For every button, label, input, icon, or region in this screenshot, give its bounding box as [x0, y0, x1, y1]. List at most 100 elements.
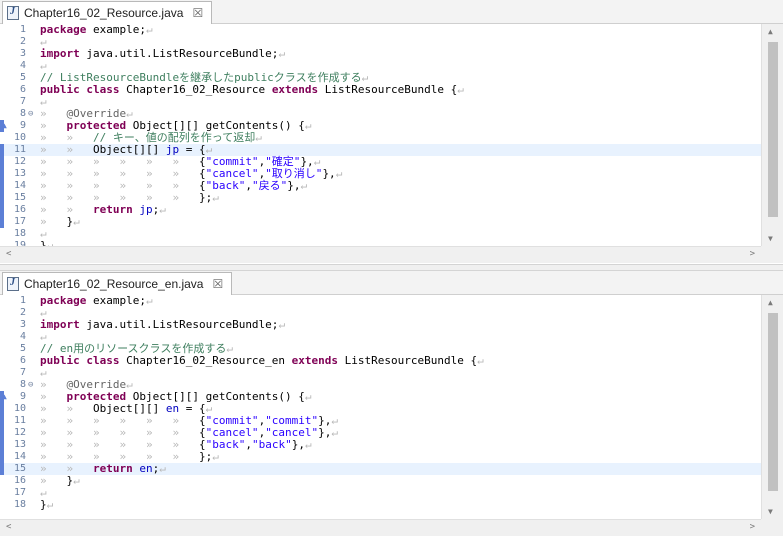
scroll-right-icon[interactable]: >: [750, 522, 755, 532]
change-marker: [0, 156, 4, 168]
code-text: }↵: [40, 498, 54, 511]
scroll-thumb[interactable]: [768, 42, 778, 217]
line-number: 12: [13, 427, 26, 438]
line-number: 13: [13, 439, 26, 450]
line-number: 15: [13, 463, 26, 474]
scroll-down-icon[interactable]: ▼: [768, 507, 773, 516]
line-number: 6: [19, 84, 26, 95]
code-line[interactable]: 17 ↵: [0, 487, 761, 499]
pane-divider[interactable]: [0, 264, 783, 271]
line-number: 8: [19, 108, 26, 119]
code-line[interactable]: 17» }↵: [0, 216, 761, 228]
line-number: 6: [19, 355, 26, 366]
scroll-up-icon[interactable]: ▲: [768, 27, 773, 36]
scroll-up-icon[interactable]: ▲: [768, 298, 773, 307]
line-number: 3: [19, 319, 26, 330]
change-marker: [0, 451, 4, 463]
code-line[interactable]: 15» » return en;↵: [0, 463, 761, 475]
code-editor[interactable]: 1 package example;↵ 2 ↵ 3 import java.util.Li…: [0, 295, 761, 519]
line-number: 12: [13, 156, 26, 167]
change-marker: [0, 415, 4, 427]
code-text: import java.util.ListResourceBundle;↵: [40, 47, 286, 60]
scroll-left-icon[interactable]: <: [6, 249, 11, 259]
change-marker: [0, 180, 4, 192]
line-number: 9: [19, 120, 26, 131]
close-icon[interactable]: ☒: [192, 6, 203, 20]
scroll-left-icon[interactable]: <: [6, 522, 11, 532]
fold-collapse-icon[interactable]: ⊖: [28, 379, 33, 391]
code-line[interactable]: 16» }↵: [0, 475, 761, 487]
code-text: import java.util.ListResourceBundle;↵: [40, 318, 286, 331]
line-number: 7: [19, 367, 26, 378]
scroll-right-icon[interactable]: >: [750, 249, 755, 259]
line-number: 18: [13, 228, 26, 239]
java-file-icon: [7, 277, 19, 291]
line-number: 11: [13, 415, 26, 426]
code-editor[interactable]: 1 package example;↵ 2 ↵ 3 import java.util.Li…: [0, 24, 761, 246]
line-number: 13: [13, 168, 26, 179]
code-line[interactable]: 6 public class Chapter16_02_Resource exte…: [0, 84, 761, 96]
line-number: 8: [19, 379, 26, 390]
change-marker: [0, 204, 4, 216]
close-icon[interactable]: ☒: [212, 277, 223, 291]
line-number: 5: [19, 72, 26, 83]
line-number: 16: [13, 475, 26, 486]
change-marker: [0, 192, 4, 204]
horizontal-scrollbar[interactable]: < >: [0, 246, 761, 263]
line-number: 15: [13, 192, 26, 203]
line-number: 11: [13, 144, 26, 155]
tab-title: Chapter16_02_Resource_en.java: [24, 277, 204, 291]
line-number: 18: [13, 499, 26, 510]
line-number: 4: [19, 60, 26, 71]
code-line[interactable]: 18 }↵: [0, 499, 761, 511]
change-marker: [0, 439, 4, 451]
override-arrow-icon[interactable]: ▲: [2, 391, 7, 403]
editor-pane-resource: Chapter16_02_Resource.java ☒ 1 package ex…: [0, 0, 783, 264]
code-line[interactable]: 1 package example;↵: [0, 24, 761, 36]
code-text: public class Chapter16_02_Resource_en ex…: [40, 354, 484, 367]
line-number: 14: [13, 451, 26, 462]
horizontal-scrollbar[interactable]: < >: [0, 519, 761, 536]
fold-collapse-icon[interactable]: ⊖: [28, 108, 33, 120]
override-arrow-icon[interactable]: ▲: [2, 120, 7, 132]
tab-title: Chapter16_02_Resource.java: [24, 6, 184, 20]
line-number: 5: [19, 343, 26, 354]
java-file-icon: [7, 6, 19, 20]
scroll-corner: [761, 246, 783, 263]
line-number: 3: [19, 48, 26, 59]
change-marker: [0, 427, 4, 439]
scroll-corner: [761, 519, 783, 536]
scroll-down-icon[interactable]: ▼: [768, 234, 773, 243]
line-number: 10: [13, 132, 26, 143]
vertical-scrollbar[interactable]: ▲ ▼: [761, 295, 783, 519]
change-marker: [0, 168, 4, 180]
line-number: 10: [13, 403, 26, 414]
line-number: 2: [19, 36, 26, 47]
line-number: 4: [19, 331, 26, 342]
line-number: 7: [19, 96, 26, 107]
line-number: 16: [13, 204, 26, 215]
code-line[interactable]: 18 ↵: [0, 228, 761, 240]
code-line[interactable]: 1 package example;↵: [0, 295, 761, 307]
line-number: 1: [19, 295, 26, 306]
tab-resource-java[interactable]: Chapter16_02_Resource.java ☒: [2, 1, 213, 24]
change-marker: [0, 403, 4, 415]
code-text: package example;↵: [40, 24, 153, 36]
line-number: 17: [13, 216, 26, 227]
editor-pane-resource-en: Chapter16_02_Resource_en.java ☒ 1 package…: [0, 271, 783, 537]
code-text: package example;↵: [40, 295, 153, 307]
editor-tabbar: Chapter16_02_Resource_en.java ☒: [0, 271, 783, 295]
editor-tabbar: Chapter16_02_Resource.java ☒: [0, 0, 783, 24]
line-number: 1: [19, 24, 26, 35]
vertical-scrollbar[interactable]: ▲ ▼: [761, 24, 783, 246]
code-line[interactable]: 16» » return jp;↵: [0, 204, 761, 216]
line-number: 2: [19, 307, 26, 318]
code-line[interactable]: 3 import java.util.ListResourceBundle;↵: [0, 319, 761, 331]
code-line[interactable]: 3 import java.util.ListResourceBundle;↵: [0, 48, 761, 60]
line-number: 17: [13, 487, 26, 498]
change-marker: [0, 463, 4, 475]
tab-resource-en-java[interactable]: Chapter16_02_Resource_en.java ☒: [2, 272, 233, 295]
scroll-thumb[interactable]: [768, 313, 778, 491]
code-line[interactable]: 6 public class Chapter16_02_Resource_en e…: [0, 355, 761, 367]
line-number: 9: [19, 391, 26, 402]
